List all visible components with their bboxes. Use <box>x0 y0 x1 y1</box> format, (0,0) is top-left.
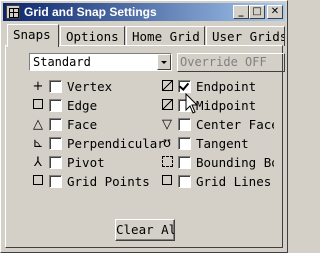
endpoint-icon <box>160 80 174 94</box>
snap-set-value: Standard <box>33 55 91 69</box>
snap-tangent: ʊ Tangent <box>160 136 284 152</box>
vertex-checkbox[interactable] <box>49 80 62 93</box>
midpoint-icon <box>160 99 174 113</box>
perpendicular-icon: ⊾ <box>32 136 44 151</box>
snap-label: Grid Lines <box>196 174 272 189</box>
tab-home-grid[interactable]: Home Grid <box>126 26 205 46</box>
pivot-icon: ⅄ <box>34 155 42 170</box>
snap-label: Edge <box>67 98 98 113</box>
bounding-box-checkbox[interactable] <box>178 156 191 169</box>
snap-center-face: ▽ Center Face <box>160 117 284 133</box>
center-face-checkbox[interactable] <box>178 118 191 131</box>
snap-set-dropdown[interactable]: Standard <box>29 53 172 71</box>
snap-perpendicular: ⊾ Perpendicular <box>31 136 165 152</box>
square-icon <box>31 99 45 113</box>
snap-label: Grid Points <box>67 174 150 189</box>
chevron-down-icon[interactable] <box>157 54 171 70</box>
clear-all-button[interactable]: Clear All <box>115 219 175 241</box>
bounding-box-icon <box>160 156 174 170</box>
window-title: Grid and Snap Settings <box>24 5 157 19</box>
grid-lines-checkbox[interactable] <box>178 175 191 188</box>
grid-snap-settings-window: Grid and Snap Settings _ □ ✕ Snaps Optio… <box>0 0 288 253</box>
pivot-checkbox[interactable] <box>49 156 62 169</box>
snap-label: Perpendicular <box>67 136 165 151</box>
tangent-checkbox[interactable] <box>178 137 191 150</box>
snap-label: Midpoint <box>196 98 257 113</box>
snap-midpoint: Midpoint <box>160 98 284 114</box>
square-icon <box>31 175 45 189</box>
snap-label: Bounding Box <box>196 155 274 170</box>
minimize-button[interactable]: _ <box>233 5 249 19</box>
face-checkbox[interactable] <box>49 118 62 131</box>
plus-icon: + <box>32 79 44 94</box>
snap-label: Vertex <box>67 79 113 94</box>
app-icon <box>6 5 20 19</box>
snap-vertex: + Vertex <box>31 79 161 95</box>
snap-edge: Edge <box>31 98 161 114</box>
snap-label: Endpoint <box>196 79 257 94</box>
snap-grid-points: Grid Points <box>31 174 161 190</box>
perpendicular-checkbox[interactable] <box>49 137 62 150</box>
edge-checkbox[interactable] <box>49 99 62 112</box>
snap-label: Pivot <box>67 155 105 170</box>
tab-bar: Snaps Options Home Grid User Grids <box>5 24 285 47</box>
endpoint-checkbox[interactable] <box>178 80 191 93</box>
snap-face: △ Face <box>31 117 161 133</box>
tab-user-grids[interactable]: User Grids <box>206 26 285 46</box>
mouse-cursor-icon <box>185 93 199 114</box>
grid-points-checkbox[interactable] <box>49 175 62 188</box>
snap-endpoint: Endpoint <box>160 79 284 95</box>
title-bar[interactable]: Grid and Snap Settings _ □ ✕ <box>3 3 285 21</box>
snap-grid-lines: Grid Lines <box>160 174 284 190</box>
tangent-icon: ʊ <box>162 136 172 151</box>
snap-label: Tangent <box>196 136 249 151</box>
snap-bounding-box: Bounding Box <box>160 155 284 171</box>
snap-pivot: ⅄ Pivot <box>31 155 161 171</box>
tab-snaps[interactable]: Snaps <box>7 24 59 47</box>
center-face-icon: ▽ <box>162 117 172 132</box>
triangle-icon: △ <box>33 117 43 132</box>
close-button[interactable]: ✕ <box>267 5 283 19</box>
override-button[interactable]: Override OFF <box>177 53 285 72</box>
square-icon <box>160 175 174 189</box>
snap-label: Center Face <box>196 117 274 132</box>
snap-label: Face <box>67 117 98 132</box>
tab-options[interactable]: Options <box>60 26 125 46</box>
maximize-button[interactable]: □ <box>249 5 265 19</box>
